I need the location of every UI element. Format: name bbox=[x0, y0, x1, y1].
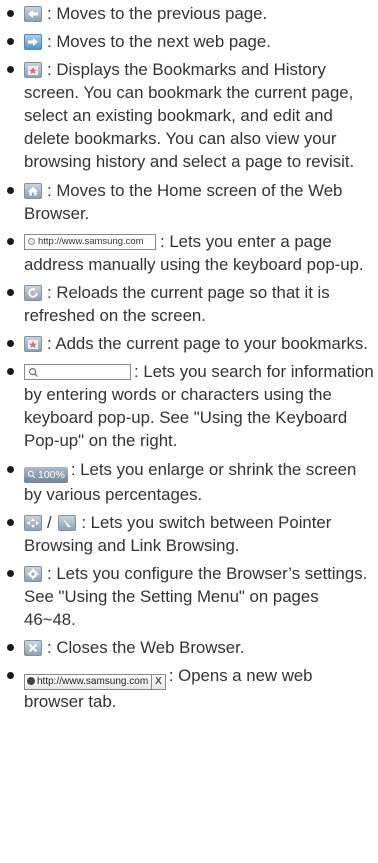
tab-globe-icon bbox=[27, 677, 35, 686]
controls-list: : Moves to the previous page. : Moves to… bbox=[7, 2, 374, 713]
list-item: : Closes the Web Browser. bbox=[7, 636, 374, 659]
item-description: : Moves to the Home screen of the Web Br… bbox=[24, 180, 343, 223]
url-field-text: http://www.samsung.com bbox=[38, 235, 144, 247]
list-item: http://www.samsung.com X: Opens a new web… bbox=[7, 664, 374, 713]
item-description: : Lets you enlarge or shrink the screen … bbox=[24, 459, 357, 504]
pointer-browsing-icon bbox=[24, 514, 42, 531]
settings-gear-icon bbox=[24, 565, 42, 582]
zoom-magnifier-icon bbox=[27, 470, 36, 478]
item-description: : Lets you configure the Browser’s setti… bbox=[24, 563, 368, 629]
back-arrow-icon bbox=[24, 6, 42, 22]
reload-icon bbox=[24, 284, 42, 301]
item-description: : Reloads the current page so that it is… bbox=[24, 282, 330, 325]
bullet bbox=[7, 644, 14, 652]
list-item: : Moves to the previous page. bbox=[7, 2, 374, 25]
bullet bbox=[7, 465, 14, 473]
item-description: : Moves to the next web page. bbox=[47, 32, 271, 52]
search-field-icon bbox=[24, 364, 131, 381]
globe-icon bbox=[28, 237, 35, 245]
item-description: : Closes the Web Browser. bbox=[47, 638, 245, 658]
bullet bbox=[7, 237, 14, 245]
item-description: : Moves to the previous page. bbox=[47, 4, 268, 23]
bullet bbox=[7, 569, 14, 577]
list-item: / : Lets you switch between Pointer Brow… bbox=[7, 511, 374, 557]
separator: / bbox=[47, 512, 52, 532]
home-icon bbox=[24, 182, 42, 199]
bullet bbox=[7, 66, 14, 74]
browser-controls-list-page: : Moves to the previous page. : Moves to… bbox=[0, 0, 378, 863]
link-browsing-icon bbox=[58, 514, 77, 531]
close-x-icon bbox=[24, 640, 42, 657]
bullet bbox=[7, 288, 14, 296]
list-item: : Reloads the current page so that it is… bbox=[7, 281, 374, 327]
list-item: 100%: Lets you enlarge or shrink the scr… bbox=[7, 458, 374, 506]
bullet bbox=[7, 518, 14, 526]
zoom-button-icon: 100% bbox=[24, 466, 68, 483]
bookmark-star-icon bbox=[24, 62, 42, 79]
zoom-level: 100% bbox=[38, 468, 65, 481]
list-item: : Lets you configure the Browser’s setti… bbox=[7, 562, 374, 631]
add-bookmark-icon bbox=[24, 336, 42, 353]
bullet bbox=[7, 10, 14, 17]
list-item: : Adds the current page to your bookmark… bbox=[7, 332, 374, 355]
magnifier-icon bbox=[29, 368, 39, 378]
item-description: : Displays the Bookmarks and History scr… bbox=[24, 60, 355, 172]
forward-arrow-icon bbox=[24, 34, 42, 51]
bullet bbox=[7, 38, 14, 46]
item-description: : Adds the current page to your bookmark… bbox=[47, 334, 368, 354]
bullet bbox=[7, 368, 14, 376]
bullet bbox=[7, 672, 14, 680]
bullet bbox=[7, 340, 14, 348]
list-item: : Lets you search for information by ent… bbox=[7, 360, 374, 452]
list-item: http://www.samsung.com: Lets you enter a… bbox=[7, 230, 374, 276]
browser-tab-icon: http://www.samsung.com X bbox=[24, 674, 166, 691]
list-item: : Displays the Bookmarks and History scr… bbox=[7, 58, 374, 173]
bullet bbox=[7, 186, 14, 194]
tab-url-text: http://www.samsung.com bbox=[37, 676, 149, 688]
url-address-field-icon: http://www.samsung.com bbox=[24, 233, 156, 250]
list-item: : Moves to the Home screen of the Web Br… bbox=[7, 179, 374, 225]
list-item: : Moves to the next web page. bbox=[7, 30, 374, 53]
tab-close-icon: X bbox=[151, 675, 165, 690]
